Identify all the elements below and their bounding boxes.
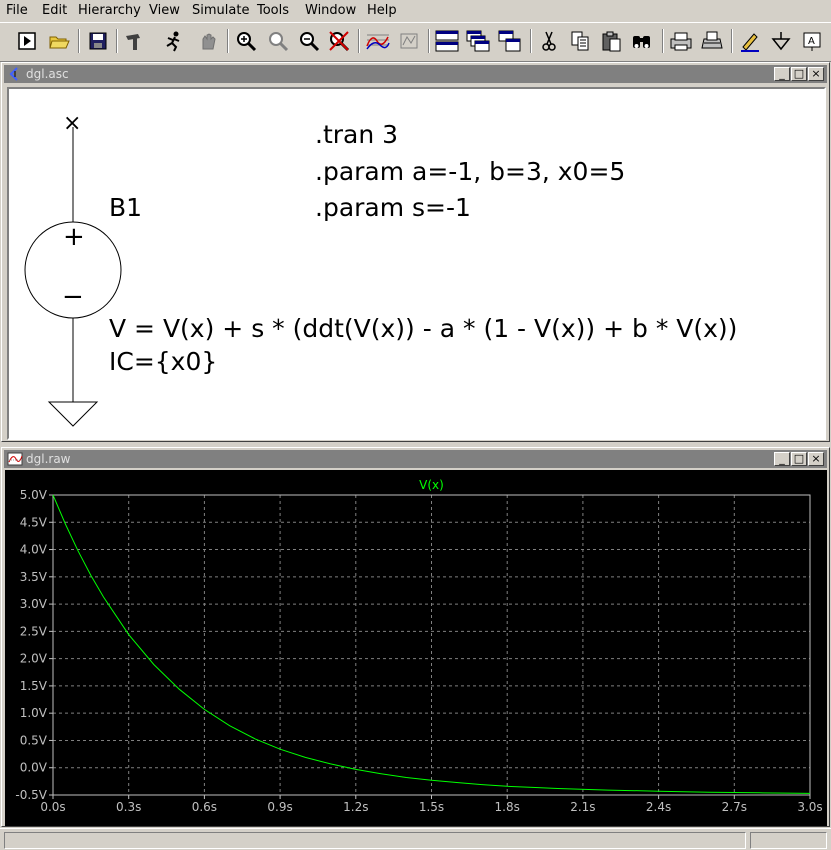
new-schematic-icon[interactable]	[14, 28, 40, 54]
tile-vertical-icon[interactable]	[497, 28, 523, 54]
halt-icon[interactable]	[195, 28, 221, 54]
ground-symbol	[47, 401, 99, 427]
trace-label[interactable]: V(x)	[419, 478, 444, 492]
cascade-icon[interactable]	[465, 28, 491, 54]
menu-bar: File Edit Hierarchy View Simulate Tools …	[0, 0, 831, 22]
label-net-icon[interactable]: A	[799, 28, 825, 54]
y-tick-label: 4.0V	[20, 543, 48, 557]
save-icon[interactable]	[85, 28, 111, 54]
x-tick-label: 2.1s	[570, 800, 595, 814]
maximize-button[interactable]: □	[791, 452, 807, 466]
copy-icon[interactable]	[567, 28, 593, 54]
zoom-in-icon[interactable]	[233, 28, 259, 54]
toolbar: A	[0, 22, 831, 62]
x-tick-label: 0.0s	[40, 800, 65, 814]
x-tick-label: 1.8s	[495, 800, 520, 814]
x-tick-label: 3.0s	[797, 800, 822, 814]
waveform-plot[interactable]: 0.0s 0.3s 0.6s 0.9s 1.2s 1.5s 1.8s 2.1s 2.4s 2.7s…	[5, 470, 827, 826]
y-tick-label: 1.0V	[20, 706, 48, 720]
control-panel-icon[interactable]	[122, 28, 148, 54]
waveform-title-bar[interactable]: dgl.raw _ □ ×	[4, 450, 827, 468]
minimize-button[interactable]: _	[774, 452, 790, 466]
x-tick-label: 2.4s	[646, 800, 671, 814]
fft-icon[interactable]	[396, 28, 422, 54]
waveform-title: dgl.raw	[26, 452, 71, 466]
voltage-source-symbol[interactable]	[24, 127, 122, 427]
schematic-title: dgl.asc	[26, 67, 69, 81]
open-icon[interactable]	[46, 28, 72, 54]
net-label-x-marker: ×	[63, 111, 82, 136]
menu-edit[interactable]: Edit	[42, 3, 67, 18]
y-tick-label: 2.0V	[20, 652, 48, 666]
component-name[interactable]: B1	[109, 193, 142, 222]
initial-condition[interactable]: IC={x0}	[109, 347, 217, 376]
schematic-doc-icon	[9, 67, 18, 81]
schematic-canvas[interactable]: × + − B1 .tran 3 .param a=-1, b=3, x0=5 …	[7, 87, 826, 440]
x-tick-label: 0.6s	[192, 800, 217, 814]
status-message-pane	[4, 832, 746, 849]
maximize-button[interactable]: □	[791, 67, 807, 81]
schematic-drawing	[24, 127, 122, 427]
ground-icon[interactable]	[768, 28, 794, 54]
directive-tran[interactable]: .tran 3	[315, 120, 398, 149]
menu-hierarchy[interactable]: Hierarchy	[78, 3, 141, 18]
source-expression[interactable]: V = V(x) + s * (ddt(V(x)) - a * (1 - V(x…	[109, 314, 737, 343]
waveform-doc-icon	[7, 452, 23, 466]
draw-wire-icon[interactable]	[737, 28, 763, 54]
x-tick-label: 1.5s	[419, 800, 444, 814]
x-tick-label: 1.2s	[343, 800, 368, 814]
print-icon[interactable]	[699, 28, 725, 54]
y-tick-label: 3.5V	[20, 570, 48, 584]
plus-sign: +	[63, 222, 85, 252]
plot-pane[interactable]: 0.0s 0.3s 0.6s 0.9s 1.2s 1.5s 1.8s 2.1s 2.4s 2.7s…	[5, 470, 827, 826]
schematic-window: dgl.asc _ □ × × + − B1 .tran 3 .param a=…	[1, 62, 830, 442]
y-tick-label: 3.0V	[20, 597, 48, 611]
x-tick-label: 0.3s	[116, 800, 141, 814]
x-tick-label: 2.7s	[722, 800, 747, 814]
menu-simulate[interactable]: Simulate	[192, 3, 249, 18]
zoom-cancel-icon[interactable]	[326, 28, 352, 54]
y-tick-label: 1.5V	[20, 679, 48, 693]
menu-tools[interactable]: Tools	[257, 3, 289, 18]
zoom-pan-icon[interactable]	[265, 28, 291, 54]
status-aux-pane	[750, 832, 827, 849]
y-tick-label: 0.5V	[20, 733, 48, 747]
find-icon[interactable]	[629, 28, 655, 54]
run-icon[interactable]	[160, 28, 186, 54]
y-tick-label: -0.5V	[15, 788, 47, 802]
paste-icon[interactable]	[598, 28, 624, 54]
menu-file[interactable]: File	[6, 3, 28, 18]
minus-sign: −	[62, 282, 84, 312]
y-tick-label: 5.0V	[20, 488, 48, 502]
y-tick-label: 4.5V	[20, 515, 48, 529]
schematic-title-bar[interactable]: dgl.asc _ □ ×	[4, 65, 827, 83]
cut-icon[interactable]	[536, 28, 562, 54]
status-bar	[0, 828, 831, 850]
menu-view[interactable]: View	[149, 3, 180, 18]
menu-window[interactable]: Window	[305, 3, 356, 18]
menu-help[interactable]: Help	[367, 3, 397, 18]
waveform-window: dgl.raw _ □ × 0.0s 0.3s 0.6s 0.9s 1.2s 1.5s 1.…	[1, 447, 830, 827]
svg-text:A: A	[808, 36, 815, 47]
directive-param-s[interactable]: .param s=-1	[315, 193, 471, 222]
close-button[interactable]: ×	[808, 452, 824, 466]
directive-param-abx0[interactable]: .param a=-1, b=3, x0=5	[315, 157, 625, 186]
close-button[interactable]: ×	[808, 67, 824, 81]
autorange-icon[interactable]	[365, 28, 391, 54]
x-tick-label: 0.9s	[267, 800, 292, 814]
print-preview-icon[interactable]	[668, 28, 694, 54]
zoom-out-icon[interactable]	[296, 28, 322, 54]
y-tick-label: 0.0V	[20, 761, 48, 775]
minimize-button[interactable]: _	[774, 67, 790, 81]
tile-horizontal-icon[interactable]	[434, 28, 460, 54]
y-tick-label: 2.5V	[20, 624, 48, 638]
